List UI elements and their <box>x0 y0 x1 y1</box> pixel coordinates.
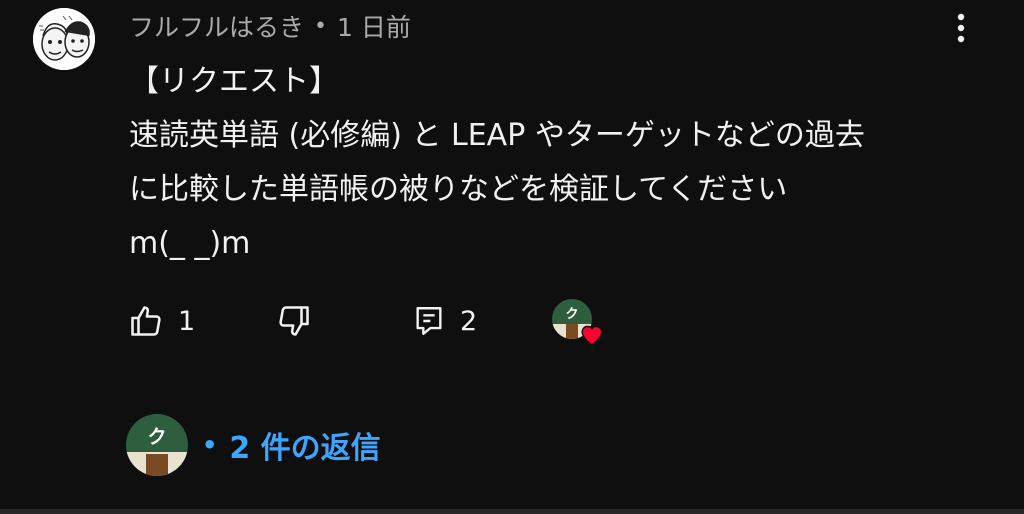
replies-bullet: • <box>202 431 218 459</box>
more-vert-icon <box>957 13 965 43</box>
author-avatar[interactable] <box>33 8 95 70</box>
comment-thread: フルフルはるき • 1 日前 【リクエスト】 速読英単語 (必修編) と LEA… <box>0 0 1024 514</box>
creator-heart-badge: ク <box>552 299 603 346</box>
like-count: 1 <box>178 305 196 337</box>
reply-avatar-glyph: ク <box>147 426 166 448</box>
comment-actions: 1 2 ク <box>128 296 603 346</box>
reply-button[interactable]: 2 <box>412 304 552 338</box>
replies-link[interactable]: • 2 件の返信 <box>202 423 381 467</box>
comment-icon <box>416 307 442 335</box>
meta-separator: • <box>314 13 327 39</box>
comment-line: 速読英単語 (必修編) と LEAP やターゲットなどの過去 <box>129 118 865 153</box>
comment-timestamp[interactable]: 1 日前 <box>337 8 411 44</box>
comment-line: に比較した単語帳の被りなどを検証してください <box>129 172 788 207</box>
author-name[interactable]: フルフルはるき <box>129 8 304 44</box>
creator-avatar-glyph: ク <box>565 307 578 322</box>
divider <box>0 509 1024 514</box>
dislike-button[interactable] <box>276 303 412 339</box>
thumb-up-icon <box>131 306 161 336</box>
more-options-button[interactable] <box>944 10 978 46</box>
comment-header: フルフルはるき • 1 日前 <box>129 8 411 44</box>
comment-body: 【リクエスト】 速読英単語 (必修編) と LEAP やターゲットなどの過去 に… <box>129 55 989 271</box>
heart-icon <box>581 325 603 346</box>
view-replies-button[interactable]: ク • 2 件の返信 <box>126 413 381 477</box>
comment-line: 【リクエスト】 <box>129 64 339 99</box>
reply-creator-avatar: ク <box>126 414 188 476</box>
comment-line: m(_ _)m <box>129 226 251 261</box>
like-button[interactable]: 1 <box>128 303 276 339</box>
replies-label: 2 件の返信 <box>229 431 381 466</box>
reply-count: 2 <box>460 305 478 337</box>
author-avatar-drawing <box>33 8 95 70</box>
thumb-down-icon <box>279 306 309 336</box>
